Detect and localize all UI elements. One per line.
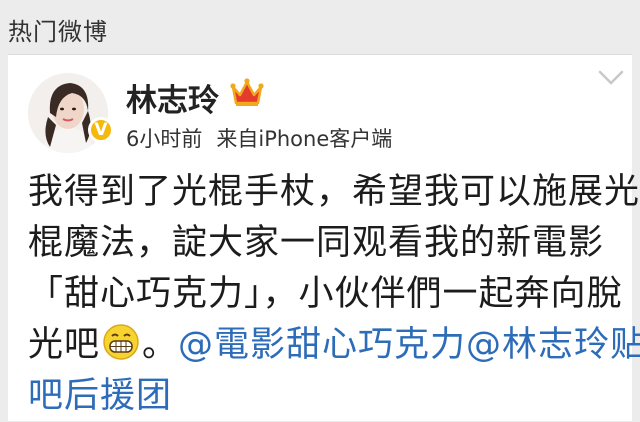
chevron-down-icon[interactable]: [598, 69, 624, 87]
post-meta: 6小时前 来自iPhone客户端: [126, 123, 392, 153]
mention-link-continued[interactable]: 吧后援团: [28, 371, 628, 422]
content-line: 「甜心巧克力」，小伙伴們一起奔向脫: [28, 274, 623, 314]
content-line: 我得到了光棍手杖，希望我可以施展光: [28, 172, 640, 212]
weibo-post-card[interactable]: V 林志玲 6小时前 来自iPhone客户端 我得到了光棍手杖，希望我可以施展光 …: [8, 54, 640, 422]
mention-link[interactable]: @林志玲贴: [466, 325, 640, 365]
content-text: 。: [142, 325, 179, 365]
username[interactable]: 林志玲: [126, 75, 219, 120]
grin-emoji-icon: [103, 324, 139, 360]
mention-link[interactable]: @電影甜心巧克力: [178, 325, 466, 365]
content-line: 棍魔法，諚大家一同观看我的新電影: [28, 223, 605, 263]
post-time: 6小时前: [126, 127, 203, 151]
crown-icon: [230, 78, 264, 106]
content-line: 光吧 。@電影甜心巧克力@林志玲贴: [28, 320, 640, 371]
verified-badge-icon: V: [88, 117, 114, 143]
content-text: 光吧: [28, 325, 101, 365]
top-header: 热门微博: [0, 0, 640, 50]
post-source[interactable]: 来自iPhone客户端: [216, 127, 392, 151]
page-title: 热门微博: [8, 18, 108, 46]
post-content: 我得到了光棍手杖，希望我可以施展光 棍魔法，諚大家一同观看我的新電影 「甜心巧克…: [28, 167, 640, 422]
